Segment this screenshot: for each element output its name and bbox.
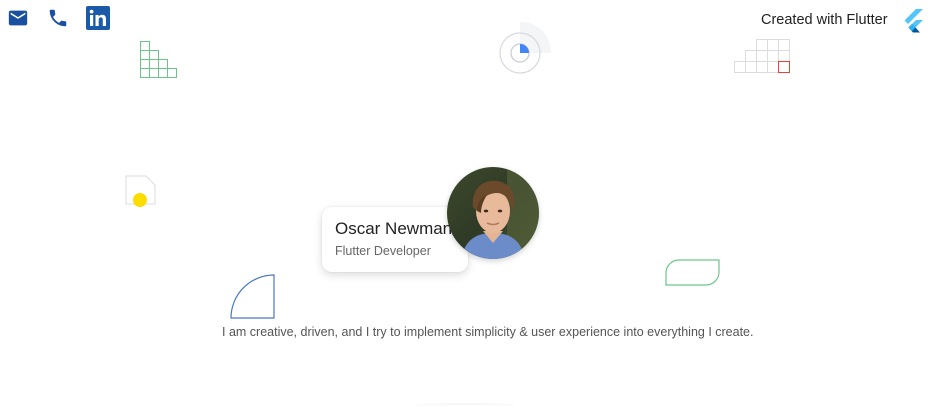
- avatar: [447, 167, 539, 259]
- page-with-yellow-dot-decoration: [125, 175, 157, 209]
- flutter-logo-icon[interactable]: [903, 9, 925, 33]
- target-circle-decoration: [498, 21, 554, 76]
- bio-text: I am creative, driven, and I try to impl…: [222, 325, 754, 339]
- mail-icon[interactable]: [7, 7, 29, 29]
- green-staircase-grid-decoration: [140, 41, 180, 81]
- created-with-label: Created with Flutter: [761, 12, 888, 28]
- linkedin-icon[interactable]: [86, 6, 110, 30]
- phone-icon[interactable]: [47, 7, 69, 29]
- bottom-shadow: [415, 403, 515, 407]
- profile-role: Flutter Developer: [335, 244, 431, 258]
- green-pill-decoration: [665, 259, 721, 287]
- blue-quarter-circle-decoration: [230, 274, 276, 320]
- gray-staircase-grid-decoration: [734, 39, 792, 75]
- profile-card: Oscar Newman Flutter Developer: [322, 207, 468, 272]
